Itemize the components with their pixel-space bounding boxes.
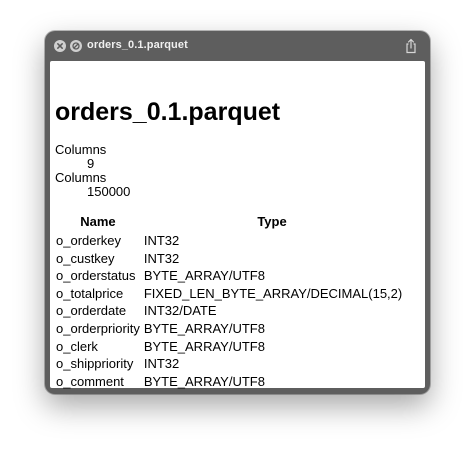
column-name-cell: o_orderpriority — [56, 320, 140, 336]
column-type-cell: INT32 — [143, 233, 180, 248]
table-row: o_comment BYTE_ARRAY/UTF8 — [56, 373, 404, 391]
column-type-cell: INT32 — [143, 356, 180, 372]
column-type-cell: INT32 — [143, 250, 180, 266]
table-row: o_orderpriority BYTE_ARRAY/UTF8 — [56, 320, 404, 338]
stat-label: Columns — [55, 142, 107, 157]
stat-value: 150000 — [87, 184, 131, 199]
column-type-cell: FIXED_LEN_BYTE_ARRAY/DECIMAL(15,2) — [143, 285, 403, 301]
column-name-cell: o_comment — [56, 373, 124, 389]
column-header-type: Type — [257, 214, 287, 229]
table-row: o_clerk BYTE_ARRAY/UTF8 — [56, 338, 404, 356]
column-name-cell: o_orderdate — [56, 303, 127, 319]
title-bar: orders_0.1.parquet — [45, 31, 430, 61]
column-name-cell: o_shippriority — [56, 356, 134, 372]
column-type-cell: INT32/DATE — [143, 303, 217, 319]
block-icon[interactable] — [70, 40, 82, 52]
table-row: o_orderdate INT32/DATE — [56, 302, 404, 320]
stat-label: Columns — [55, 170, 107, 185]
stat-value: 9 — [87, 156, 95, 171]
window-controls — [54, 40, 82, 52]
share-icon[interactable] — [404, 38, 418, 54]
column-name-cell: o_custkey — [56, 250, 115, 266]
column-header-name: Name — [80, 214, 116, 229]
window-title: orders_0.1.parquet — [87, 39, 188, 51]
table-row: o_orderkey INT32 — [56, 232, 404, 250]
table-row: o_shippriority INT32 — [56, 355, 404, 373]
file-stats: Columns 9 Columns 150000 — [55, 143, 130, 199]
page-title: orders_0.1.parquet — [55, 98, 281, 126]
schema-table: Name Type o_orderkey INT32 o_custkey INT… — [56, 214, 404, 390]
table-row: o_custkey INT32 — [56, 250, 404, 268]
column-type-cell: BYTE_ARRAY/UTF8 — [143, 320, 265, 336]
column-name-cell: o_totalprice — [56, 285, 124, 301]
column-name-cell: o_clerk — [56, 338, 98, 354]
quicklook-window: orders_0.1.parquet orders_0.1.parquet Co… — [45, 31, 430, 394]
table-header-row: Name Type — [56, 214, 404, 232]
column-name-cell: o_orderstatus — [56, 268, 136, 284]
table-row: o_totalprice FIXED_LEN_BYTE_ARRAY/DECIMA… — [56, 285, 404, 303]
column-name-cell: o_orderkey — [56, 233, 122, 248]
preview-content: orders_0.1.parquet Columns 9 Columns 150… — [50, 61, 425, 390]
table-row: o_orderstatus BYTE_ARRAY/UTF8 — [56, 267, 404, 285]
column-type-cell: BYTE_ARRAY/UTF8 — [143, 373, 265, 389]
close-icon[interactable] — [54, 40, 66, 52]
column-type-cell: BYTE_ARRAY/UTF8 — [143, 268, 265, 284]
column-type-cell: BYTE_ARRAY/UTF8 — [143, 338, 265, 354]
